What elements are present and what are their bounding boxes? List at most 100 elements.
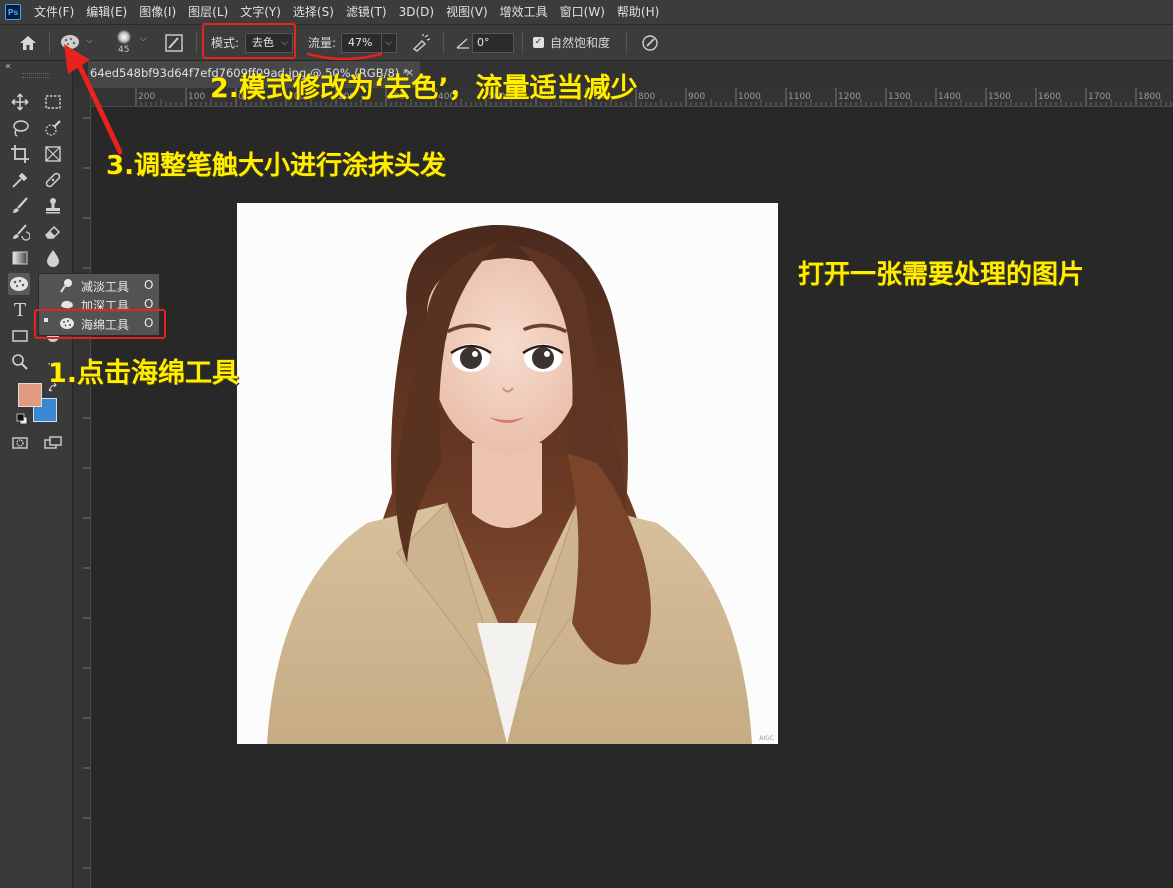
- menu-plugins[interactable]: 增效工具: [494, 0, 554, 24]
- angle-input[interactable]: 0°: [472, 33, 514, 53]
- screen-mode-button[interactable]: [42, 433, 64, 455]
- separator: [196, 32, 197, 54]
- ruler-label: 1800: [1138, 92, 1161, 102]
- screen-mode-icon: [44, 436, 62, 449]
- app-logo: Ps: [5, 4, 21, 20]
- vibrance-checkbox[interactable]: ✓: [533, 37, 544, 48]
- move-tool[interactable]: [9, 92, 31, 114]
- separator: [626, 32, 627, 54]
- foreground-color-swatch[interactable]: [18, 383, 42, 407]
- zoom-tool[interactable]: [9, 352, 31, 374]
- default-colors-icon[interactable]: [16, 413, 28, 425]
- menu-3d[interactable]: 3D(D): [393, 0, 440, 24]
- ruler-label: 200: [138, 92, 155, 102]
- eraser-tool[interactable]: [42, 222, 64, 244]
- airbrush-icon: [412, 34, 431, 52]
- pressure-size-button[interactable]: [640, 33, 660, 53]
- separator: [49, 32, 50, 54]
- chevron-down-icon: ⌵: [140, 34, 147, 44]
- ruler-label: 1000: [738, 92, 761, 102]
- home-button[interactable]: [18, 33, 38, 53]
- vibrance-label: 自然饱和度: [550, 36, 611, 50]
- annotation-step2: 2.模式修改为‘去色’，流量适当减少: [210, 73, 638, 104]
- callout-box-mode: [202, 23, 296, 59]
- menu-filter[interactable]: 滤镜(T): [340, 0, 393, 24]
- history-brush-tool[interactable]: [9, 222, 31, 244]
- home-icon: [20, 36, 36, 50]
- brush-settings-button[interactable]: [164, 33, 184, 53]
- lasso-icon: [13, 120, 29, 137]
- ruler-label: 800: [638, 92, 655, 102]
- ruler-label: 1400: [938, 92, 961, 102]
- separator: [522, 32, 523, 54]
- ruler-label: 100: [188, 92, 205, 102]
- menu-type[interactable]: 文字(Y): [234, 0, 287, 24]
- ruler-ticks-vertical: [83, 117, 90, 869]
- type-icon: T: [13, 300, 26, 321]
- eyedropper-tool[interactable]: [9, 170, 31, 192]
- ruler-label: 1500: [988, 92, 1011, 102]
- type-tool[interactable]: T: [9, 300, 31, 322]
- blur-tool[interactable]: [42, 248, 64, 270]
- rectangle-icon: [12, 330, 28, 342]
- ruler-label: 1300: [888, 92, 911, 102]
- crop-icon: [11, 145, 29, 163]
- crop-tool[interactable]: [9, 144, 31, 166]
- callout-underline-flow: [306, 52, 383, 61]
- canvas-image[interactable]: AIGC: [237, 203, 778, 744]
- eraser-icon: [45, 225, 61, 239]
- stamp-icon: [46, 198, 60, 214]
- flyout-item-label: 减淡工具: [81, 280, 130, 294]
- gradient-icon: [12, 251, 28, 265]
- sponge-icon: [10, 277, 28, 291]
- menu-file[interactable]: 文件(F): [28, 0, 80, 24]
- clone-stamp-tool[interactable]: [42, 196, 64, 218]
- options-bar: ⌵ 45 ⌵ 模式: 去色 ⌵ 流量: 47% ⌵ 0° ✓ 自然饱和度: [0, 25, 1173, 61]
- flyout-item-shortcut: O: [144, 278, 154, 292]
- move-icon: [11, 93, 29, 111]
- menu-window[interactable]: 窗口(W): [554, 0, 611, 24]
- lasso-tool[interactable]: [9, 118, 31, 140]
- portrait-illustration: [237, 203, 778, 744]
- menu-image[interactable]: 图像(I): [133, 0, 182, 24]
- sponge-tool[interactable]: [8, 273, 30, 295]
- ruler-label: 1100: [788, 92, 811, 102]
- ruler-label: 900: [688, 92, 705, 102]
- panel-grip: [22, 73, 50, 78]
- ruler-label: 1200: [838, 92, 861, 102]
- quick-mask-icon: [12, 437, 28, 449]
- annotation-open-image: 打开一张需要处理的图片: [798, 260, 1085, 290]
- menu-view[interactable]: 视图(V): [440, 0, 494, 24]
- angle-icon: [455, 35, 471, 51]
- collapse-panel-button[interactable]: «: [5, 61, 11, 72]
- brush-icon: [13, 197, 28, 213]
- dodge-icon: [60, 279, 72, 293]
- gradient-tool[interactable]: [9, 248, 31, 270]
- callout-arrow: [64, 44, 123, 155]
- ruler-vertical: [73, 88, 91, 888]
- ruler-label: 1600: [1038, 92, 1061, 102]
- callout-box-sponge: [34, 309, 166, 339]
- brush-tool[interactable]: [9, 196, 31, 218]
- menu-help[interactable]: 帮助(H): [611, 0, 665, 24]
- menu-list: 文件(F) 编辑(E) 图像(I) 图层(L) 文字(Y) 选择(S) 滤镜(T…: [28, 0, 665, 24]
- annotation-step3: 3.调整笔触大小进行涂抹头发: [106, 151, 446, 181]
- healing-brush-tool[interactable]: [42, 170, 64, 192]
- menu-edit[interactable]: 编辑(E): [80, 0, 133, 24]
- pressure-icon: [642, 35, 658, 51]
- eyedropper-icon: [12, 172, 28, 188]
- menu-select[interactable]: 选择(S): [287, 0, 340, 24]
- quick-mask-button[interactable]: [9, 433, 31, 455]
- zoom-icon: [12, 354, 28, 370]
- rectangle-tool[interactable]: [9, 326, 31, 348]
- airbrush-button[interactable]: [410, 33, 432, 53]
- watermark: AIGC: [759, 735, 774, 742]
- annotation-step1: 1.点击海绵工具: [48, 358, 240, 389]
- brush-settings-icon: [165, 34, 183, 52]
- flyout-item-dodge[interactable]: 减淡工具 O: [39, 276, 159, 295]
- menu-bar: Ps 文件(F) 编辑(E) 图像(I) 图层(L) 文字(Y) 选择(S) 滤…: [0, 0, 1173, 25]
- water-drop-icon: [47, 250, 59, 267]
- angle-value: 0°: [477, 36, 490, 49]
- menu-layer[interactable]: 图层(L): [182, 0, 234, 24]
- ruler-label: 1700: [1088, 92, 1111, 102]
